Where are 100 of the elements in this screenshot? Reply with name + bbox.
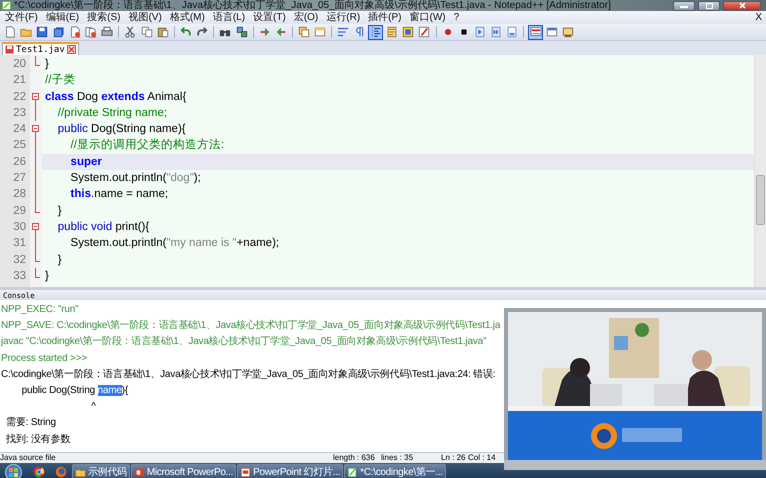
pages-icon (140, 26, 153, 38)
menu-item[interactable]: 语言(L) (210, 12, 252, 24)
console-line: NPP_SAVE: C:\codingke\第一阶段：语言基础\1、Java核心技术\扣丁学堂_Java_05_面向对象高级\示例代码\Test1.ja (0, 318, 502, 334)
taskbar-button[interactable]: Microsoft PowerPo... (130, 464, 236, 478)
maximize-button[interactable] (698, 0, 720, 10)
toolbar-button[interactable] (368, 24, 384, 40)
close-icon (738, 2, 746, 9)
windows-icon (298, 26, 310, 38)
line-number: 26 (12, 154, 27, 170)
menu-item[interactable]: ? (452, 12, 466, 24)
menu-item[interactable]: 文件(F) (3, 12, 44, 24)
code-line: } (44, 57, 50, 72)
console-line: ^ (90, 400, 97, 414)
console-line: 找到: 没有参数 (5, 432, 72, 446)
minimize-icon (680, 4, 688, 8)
printer-icon (101, 26, 114, 38)
code-line: //子类 (44, 72, 76, 88)
browser-icon (33, 466, 45, 478)
toolbar-button[interactable] (528, 24, 544, 40)
code-line: public void print(){ (56, 220, 150, 235)
close-button[interactable] (723, 0, 761, 10)
file-type: Java source file (0, 453, 57, 463)
fold-icon[interactable] (32, 222, 39, 230)
code-line: } (56, 204, 63, 219)
console-line: 需要: String (5, 416, 57, 430)
minimize-button[interactable] (673, 0, 695, 10)
windows-logo-icon (4, 464, 22, 478)
indent-icon (370, 26, 382, 38)
line-number: 29 (12, 204, 27, 219)
close-document-button[interactable]: X (751, 12, 766, 23)
code-line: System.out.println("my name is "+name); (70, 236, 280, 252)
menu-item[interactable]: 格式(M) (168, 12, 211, 24)
page-icon (68, 26, 81, 38)
presentation-icon (134, 466, 145, 478)
line-number: 32 (12, 252, 27, 268)
line-number: 30 (12, 220, 27, 235)
console-line: NPP_EXEC: "run" (0, 303, 80, 317)
line-number: 23 (12, 106, 27, 121)
browser-icon (55, 466, 67, 478)
menu-item[interactable]: 窗口(W) (408, 12, 452, 24)
scrollbar[interactable] (754, 55, 766, 287)
menu-item[interactable]: 搜索(S) (85, 12, 126, 24)
line-position: Ln : 26 (441, 453, 466, 463)
redo-icon (196, 26, 208, 38)
line-number: 21 (12, 73, 27, 88)
page-icon (386, 26, 398, 38)
code-line: //private String name; (56, 106, 168, 121)
zoom-in-icon (258, 26, 271, 38)
line-number: 22 (12, 90, 27, 105)
column-position: Col : 14 (468, 453, 496, 463)
menu-item[interactable]: 编辑(E) (44, 12, 86, 24)
monitor-icon (562, 26, 574, 38)
lines-label: lines : 35 (381, 453, 414, 463)
length-label: length : 636 (333, 453, 376, 463)
line-number: 28 (12, 187, 27, 202)
zoom-out-icon (274, 26, 287, 38)
fold-icon[interactable] (32, 125, 39, 132)
fold-icon[interactable] (32, 92, 39, 100)
code-line: this.name = name; (70, 187, 170, 202)
clipboard-icon (156, 26, 169, 38)
scissors-icon (124, 26, 136, 38)
maximize-icon (706, 2, 712, 8)
line-number: 31 (12, 236, 27, 252)
menu-item[interactable]: 运行(R) (324, 12, 366, 24)
menu-item[interactable]: 宏(O) (292, 12, 324, 24)
line-number: 25 (12, 138, 27, 154)
play-icon (474, 26, 486, 38)
lines-icon (337, 26, 350, 38)
notepad-icon (2, 1, 11, 10)
file-tab[interactable]: Test1.jav (2, 42, 79, 55)
console-line: Process started >>> (0, 352, 88, 366)
console-line: C:\codingke\第一阶段：语言基础\1、Java核心技术\扣丁学堂_Java_05_面向对象高级\示例代码\Test1.java:24: 错误: (0, 368, 496, 382)
line-number: 33 (12, 268, 27, 284)
code-line: class Dog extends Animal{ (44, 90, 188, 105)
menu-item[interactable]: 设置(T) (251, 12, 292, 24)
code-line: System.out.println("dog"); (70, 171, 202, 186)
menu-item[interactable]: 插件(P) (366, 12, 408, 24)
close-icon[interactable] (66, 45, 76, 54)
menu-item[interactable]: 视图(V) (126, 12, 168, 24)
code-line: } (44, 268, 50, 284)
page-icon (4, 26, 16, 38)
pages-icon (85, 26, 98, 38)
toolbar-button[interactable] (34, 24, 50, 40)
code-line: } (56, 252, 63, 268)
taskbar-button[interactable]: PowerPoint 幻灯片... (237, 464, 344, 478)
replace-icon (236, 26, 248, 38)
toolbar-button[interactable] (51, 24, 66, 40)
play-icon (490, 26, 502, 38)
undo-icon (180, 26, 192, 38)
toolbar-button[interactable] (234, 24, 250, 40)
console-line: javac "C:\codingke\第一阶段：语言基础\1、Java核心技术\扣丁学堂_Java_05_面向对象高级\示例代码\Test1.java" (0, 334, 488, 350)
taskbar-button[interactable]: *C:\codingke\第一... (344, 464, 446, 478)
line-number: 20 (12, 57, 27, 72)
code-line: public Dog(String name){ (56, 122, 187, 138)
taskbar-button[interactable]: 示例代码 (72, 464, 130, 478)
line-number: 27 (12, 171, 27, 186)
disks-icon (52, 26, 65, 38)
presentation-icon (240, 466, 252, 478)
pencil-icon (418, 26, 430, 38)
notepad-icon (347, 466, 358, 478)
